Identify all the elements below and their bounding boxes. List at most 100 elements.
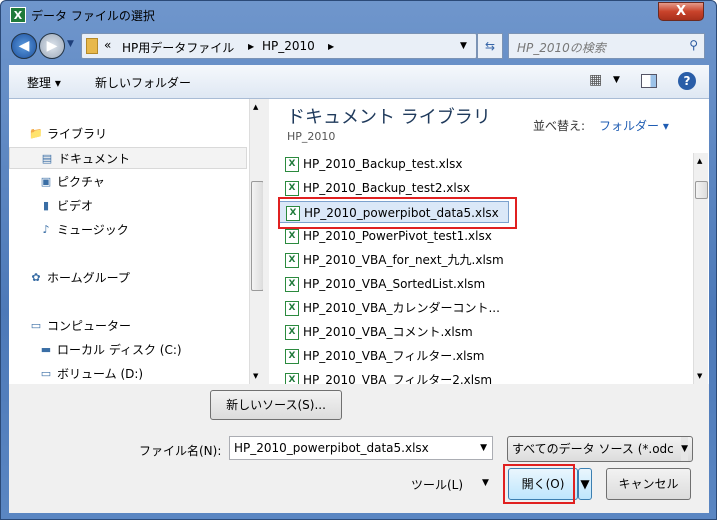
help-icon[interactable]: ? <box>678 72 696 90</box>
filter-value: すべてのデータ ソース (*.odc <box>512 442 674 456</box>
excel-file-icon: X <box>285 181 299 196</box>
arrange-by-dropdown[interactable]: フォルダー ▾ <box>599 117 669 134</box>
back-button[interactable]: ◀ <box>11 33 37 59</box>
file-name: HP_2010_PowerPivot_test1.xlsx <box>303 229 492 243</box>
window-title: データ ファイルの選択 <box>31 9 155 23</box>
nav-item[interactable]: ▬ ローカル ディスク (C:) <box>9 339 247 361</box>
excel-file-icon: X <box>285 325 299 340</box>
library-icon: 📁 <box>29 127 43 140</box>
library-title: ドキュメント ライブラリ <box>287 107 491 128</box>
excel-icon: X <box>10 7 26 23</box>
filename-input[interactable]: HP_2010_powerpibot_data5.xlsx ▼ <box>229 436 493 460</box>
toolbar: 整理 ▾ 新しいフォルダー ▦ ▼ ? <box>9 65 709 99</box>
chevron-down-icon: ▼ <box>681 437 688 461</box>
file-scroll-thumb[interactable] <box>695 181 708 199</box>
folder-icon <box>86 38 98 54</box>
nav-item[interactable]: ♪ ミュージック <box>9 219 247 241</box>
nav-item-label: ピクチャ <box>57 175 105 189</box>
refresh-button[interactable]: ⇆ <box>477 33 503 59</box>
file-name: HP_2010_VBA_コメント.xlsm <box>303 325 473 339</box>
scroll-down-icon[interactable]: ▼ <box>697 372 702 380</box>
file-name: HP_2010_VBA_フィルター2.xlsm <box>303 373 493 384</box>
file-list-item[interactable]: X HP_2010_Backup_test2.xlsx <box>279 177 509 199</box>
filename-value: HP_2010_powerpibot_data5.xlsx <box>234 441 429 455</box>
new-source-button[interactable]: 新しいソース(S)... <box>210 390 342 420</box>
nav-item-label: ボリューム (D:) <box>57 367 144 381</box>
scroll-up-icon[interactable]: ▲ <box>253 103 258 111</box>
close-button[interactable]: X <box>658 2 704 21</box>
address-dropdown-icon[interactable]: ▼ <box>460 41 467 51</box>
disk-icon: ▬ <box>40 343 52 356</box>
file-type-filter[interactable]: すべてのデータ ソース (*.odc ▼ <box>507 436 693 462</box>
breadcrumb-hp2010[interactable]: HP_2010 <box>262 39 315 53</box>
new-folder-button[interactable]: 新しいフォルダー <box>95 74 191 91</box>
nav-scroll-thumb[interactable] <box>251 181 263 291</box>
recent-pages-dropdown[interactable]: ▼ <box>67 39 74 49</box>
file-list-item[interactable]: X HP_2010_Backup_test.xlsx <box>279 153 509 175</box>
breadcrumb-overflow[interactable]: « <box>104 38 111 52</box>
library-subtitle: HP_2010 <box>287 130 336 143</box>
cancel-button[interactable]: キャンセル <box>606 468 691 500</box>
nav-item-label: ミュージック <box>57 223 129 237</box>
homegroup-icon: ✿ <box>31 271 41 284</box>
search-input[interactable]: HP_2010の検索 ⚲ <box>508 33 705 59</box>
view-options-icon[interactable]: ▦ <box>589 72 602 88</box>
filename-label: ファイル名(N): <box>139 444 222 458</box>
tools-dropdown-icon[interactable]: ▼ <box>482 478 489 488</box>
navigation-pane: ▲ ▼ 📁 ライブラリ ▤ ドキュメント ▣ ピクチャ ▮ ビデオ ♪ ミュージック ✿ ホームグルー… <box>9 99 263 384</box>
file-list-item[interactable]: X HP_2010_VBA_SortedList.xlsm <box>279 273 509 295</box>
scroll-up-icon[interactable]: ▲ <box>697 157 702 165</box>
file-dialog-window: X データ ファイルの選択 X ◀ ▶ ▼ « HP用データファイル ▶ HP_… <box>0 0 717 520</box>
file-scrollbar[interactable]: ▲ ▼ <box>693 153 708 384</box>
excel-file-icon: X <box>285 301 299 316</box>
video-icon: ▮ <box>42 199 50 212</box>
scroll-down-icon[interactable]: ▼ <box>253 372 258 380</box>
organize-button[interactable]: 整理 ▾ <box>27 74 61 91</box>
excel-file-icon: X <box>285 229 299 244</box>
file-name: HP_2010_VBA_フィルター.xlsm <box>303 349 485 363</box>
nav-item[interactable]: ▮ ビデオ <box>9 195 247 217</box>
chevron-down-icon[interactable]: ▼ <box>480 437 487 459</box>
nav-item-label: ローカル ディスク (C:) <box>57 343 182 357</box>
view-dropdown-icon[interactable]: ▼ <box>613 75 620 85</box>
file-name: HP_2010_Backup_test.xlsx <box>303 157 463 171</box>
nav-item[interactable]: ▤ ドキュメント <box>9 147 247 169</box>
nav-item-label: コンピューター <box>47 319 132 333</box>
tools-button[interactable]: ツール(L) <box>411 476 463 493</box>
excel-file-icon: X <box>285 157 299 172</box>
file-list-item[interactable]: X HP_2010_VBA_フィルター2.xlsm <box>279 369 509 384</box>
breadcrumb-separator-icon[interactable]: ▶ <box>248 42 254 51</box>
arrange-label: 並べ替え: <box>533 119 586 133</box>
file-list-item[interactable]: X HP_2010_VBA_フィルター.xlsm <box>279 345 509 367</box>
drive-icon: ▭ <box>40 367 52 380</box>
nav-item[interactable]: ✿ ホームグループ <box>9 267 247 289</box>
breadcrumb-separator-icon[interactable]: ▶ <box>328 42 334 51</box>
nav-item[interactable]: 📁 ライブラリ <box>9 123 247 145</box>
documents-icon: ▤ <box>41 152 53 165</box>
forward-button[interactable]: ▶ <box>39 33 65 59</box>
pictures-icon: ▣ <box>40 175 52 188</box>
preview-pane-icon[interactable] <box>641 74 657 88</box>
breadcrumb-hp-data[interactable]: HP用データファイル <box>122 39 234 56</box>
excel-file-icon: X <box>285 373 299 384</box>
address-bar[interactable]: « HP用データファイル ▶ HP_2010 ▶ ▼ <box>81 33 477 59</box>
highlight-box <box>278 197 517 229</box>
nav-item-label: ホームグループ <box>47 271 130 285</box>
file-list-item[interactable]: X HP_2010_VBA_コメント.xlsm <box>279 321 509 343</box>
dialog-bottom-panel: 新しいソース(S)... ファイル名(N): HP_2010_powerpibo… <box>9 384 709 513</box>
music-icon: ♪ <box>42 223 50 236</box>
file-list-item[interactable]: X HP_2010_VBA_カレンダーコント... <box>279 297 509 319</box>
nav-item-label: ビデオ <box>57 199 94 213</box>
file-list-item[interactable]: X HP_2010_VBA_for_next_九九.xlsm <box>279 249 509 271</box>
nav-item-label: ドキュメント <box>58 152 131 166</box>
file-name: HP_2010_VBA_SortedList.xlsm <box>303 277 486 291</box>
file-list-pane: ドキュメント ライブラリ HP_2010 並べ替え: フォルダー ▾ ▲ ▼ X… <box>269 99 709 384</box>
nav-item[interactable]: ▭ コンピューター <box>9 315 247 337</box>
nav-scrollbar[interactable]: ▲ ▼ <box>249 99 263 384</box>
nav-item[interactable]: ▣ ピクチャ <box>9 171 247 193</box>
nav-item-label: ライブラリ <box>47 127 108 141</box>
search-placeholder: HP_2010の検索 <box>517 41 606 55</box>
open-options-dropdown[interactable]: ▼ <box>578 468 592 500</box>
computer-icon: ▭ <box>30 319 42 332</box>
nav-item[interactable]: ▭ ボリューム (D:) <box>9 363 247 384</box>
